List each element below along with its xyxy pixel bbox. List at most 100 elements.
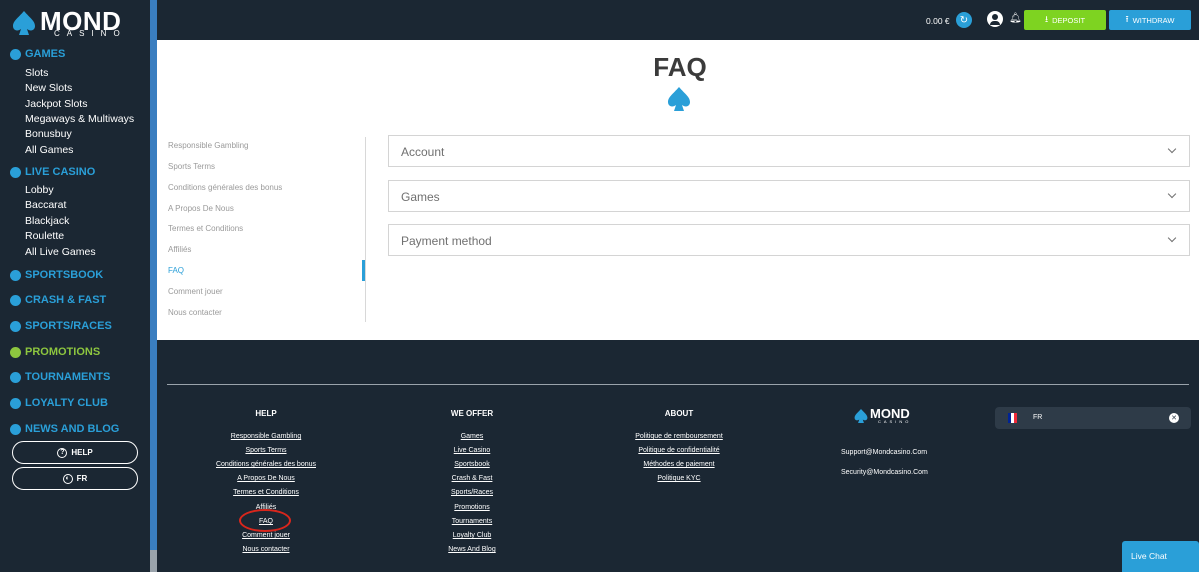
sidebar-section-label: SPORTSBOOK — [25, 269, 104, 281]
sidebar-section-news-blog[interactable]: NEWS AND BLOG — [10, 423, 119, 435]
footer-link[interactable]: Sports/Races — [402, 489, 542, 496]
footer-link[interactable]: Tournaments — [402, 518, 542, 525]
spade-logo-icon — [13, 11, 35, 35]
language-code: FR — [1033, 414, 1043, 421]
download-icon: ⭳ — [1044, 14, 1049, 24]
nav-contact[interactable]: Nous contacter — [168, 308, 222, 317]
footer-link[interactable]: Nous contacter — [196, 546, 336, 553]
sidebar-item-bonusbuy[interactable]: Bonusbuy — [25, 128, 72, 140]
footer-link[interactable]: Comment jouer — [196, 532, 336, 539]
footer-link[interactable]: Politique de confidentialité — [609, 447, 749, 454]
sidebar-item-megaways[interactable]: Megaways & Multiways — [25, 113, 134, 125]
footer-link[interactable]: Termes et Conditions — [196, 489, 336, 496]
sidebar-item-lobby[interactable]: Lobby — [25, 184, 54, 196]
language-button-label: FR — [76, 474, 88, 483]
loyalty-icon — [10, 397, 21, 409]
nav-faq[interactable]: FAQ — [168, 266, 184, 275]
accordion-games[interactable]: Games — [388, 180, 1190, 212]
accordion-account[interactable]: Account — [388, 135, 1190, 167]
accordion-payment-method[interactable]: Payment method — [388, 224, 1190, 256]
support-email[interactable]: Support@Mondcasino.Com — [841, 449, 927, 456]
nav-responsible-gambling[interactable]: Responsible Gambling — [168, 141, 249, 150]
security-email[interactable]: Security@Mondcasino.Com — [841, 469, 928, 476]
top-bar: 0.00 € ↻ 🔔︎ ⭳ DEPOSIT ⭱ WITHDRAW — [157, 0, 1199, 40]
chevron-down-icon — [1167, 144, 1177, 154]
withdraw-button[interactable]: ⭱ WITHDRAW — [1109, 10, 1191, 30]
footer-link[interactable]: Sports Terms — [196, 447, 336, 454]
footer-link[interactable]: Politique de remboursement — [609, 433, 749, 440]
sidebar-section-tournaments[interactable]: TOURNAMENTS — [10, 371, 110, 383]
sidebar-section-label: SPORTS/RACES — [25, 320, 112, 332]
upload-icon: ⭱ — [1125, 14, 1129, 24]
chevron-down-icon — [1167, 189, 1177, 199]
sidebar-section-games[interactable]: GAMES — [10, 48, 65, 60]
sidebar-item-baccarat[interactable]: Baccarat — [25, 199, 66, 211]
deposit-button[interactable]: ⭳ DEPOSIT — [1024, 10, 1106, 30]
footer: HELP WE OFFER ABOUT Responsible Gambling… — [157, 340, 1199, 572]
sidebar-section-label: PROMOTIONS — [25, 346, 101, 358]
nav-sports-terms[interactable]: Sports Terms — [168, 162, 215, 171]
help-button[interactable]: ? HELP — [12, 441, 138, 464]
language-select[interactable]: FR ✕ — [995, 407, 1191, 429]
sidebar-section-crash-fast[interactable]: CRASH & FAST — [10, 294, 106, 306]
footer-about-heading: ABOUT — [664, 409, 694, 418]
footer-link[interactable]: News And Blog — [402, 546, 542, 553]
live-casino-icon — [10, 166, 21, 178]
footer-link[interactable]: Promotions — [402, 504, 542, 511]
accordion-label: Payment method — [401, 234, 492, 248]
nav-how-to-play[interactable]: Comment jouer — [168, 287, 223, 296]
language-button[interactable]: ◐ FR — [12, 467, 138, 490]
crash-icon — [10, 294, 21, 306]
sidebar-section-label: GAMES — [25, 48, 66, 60]
question-icon: ? — [57, 447, 68, 458]
sidebar-item-all-games[interactable]: All Games — [25, 144, 73, 156]
brand-sub: CASINO — [54, 29, 127, 38]
nav-affiliates[interactable]: Affiliés — [168, 245, 191, 254]
nav-bonus-terms[interactable]: Conditions générales des bonus — [168, 183, 282, 192]
page-title: FAQ — [653, 52, 707, 82]
refresh-icon[interactable]: ↻ — [956, 12, 972, 28]
sidebar-section-label: NEWS AND BLOG — [25, 423, 120, 435]
bell-icon[interactable]: 🔔︎ — [1009, 13, 1022, 24]
footer-brand-sub: CASINO — [878, 419, 912, 424]
live-chat-button[interactable]: Live Chat — [1122, 541, 1199, 572]
chevron-down-icon — [1167, 233, 1177, 243]
sidebar-section-sportsbook[interactable]: SPORTSBOOK — [10, 269, 103, 281]
withdraw-label: WITHDRAW — [1132, 15, 1175, 25]
sidebar-section-label: TOURNAMENTS — [25, 371, 111, 383]
gift-icon — [10, 346, 21, 358]
nav-terms[interactable]: Termes et Conditions — [168, 224, 243, 233]
footer-link[interactable]: Loyalty Club — [402, 532, 542, 539]
sidebar-item-slots[interactable]: Slots — [25, 67, 48, 79]
sidebar-item-jackpot-slots[interactable]: Jackpot Slots — [25, 98, 87, 110]
footer-link[interactable]: Responsible Gambling — [196, 433, 336, 440]
sidebar-item-roulette[interactable]: Roulette — [25, 230, 64, 242]
sidebar-section-promotions[interactable]: PROMOTIONS — [10, 346, 100, 358]
help-button-label: HELP — [71, 448, 93, 457]
nav-about[interactable]: A Propos De Nous — [168, 204, 234, 213]
sidebar-section-live-casino[interactable]: LIVE CASINO — [10, 166, 95, 178]
tournaments-icon — [10, 371, 21, 383]
close-icon[interactable]: ✕ — [1169, 413, 1179, 423]
footer-link[interactable]: Politique KYC — [609, 475, 749, 482]
games-icon — [10, 48, 21, 60]
sidebar-section-sports-races[interactable]: SPORTS/RACES — [10, 320, 112, 332]
sidebar-section-loyalty-club[interactable]: LOYALTY CLUB — [10, 397, 108, 409]
sidebar-item-blackjack[interactable]: Blackjack — [25, 215, 69, 227]
france-flag-icon — [1008, 413, 1017, 423]
footer-link[interactable]: Games — [402, 433, 542, 440]
footer-link[interactable]: Méthodes de paiement — [609, 461, 749, 468]
sidebar-item-new-slots[interactable]: New Slots — [25, 82, 72, 94]
sidebar-scrollbar[interactable] — [150, 0, 157, 572]
user-icon[interactable] — [987, 11, 1003, 27]
brand-logo[interactable]: MOND CASINO — [12, 6, 132, 40]
footer-link[interactable]: Live Casino — [402, 447, 542, 454]
footer-link[interactable]: Crash & Fast — [402, 475, 542, 482]
footer-link[interactable]: A Propos De Nous — [196, 475, 336, 482]
footer-brand-logo[interactable]: MOND CASINO — [854, 406, 924, 428]
sidebar-item-all-live-games[interactable]: All Live Games — [25, 246, 96, 258]
footer-link[interactable]: Sportsbook — [402, 461, 542, 468]
footer-link[interactable]: Conditions générales des bonus — [196, 461, 336, 468]
nav-active-indicator — [362, 260, 365, 281]
spade-icon — [668, 87, 690, 111]
